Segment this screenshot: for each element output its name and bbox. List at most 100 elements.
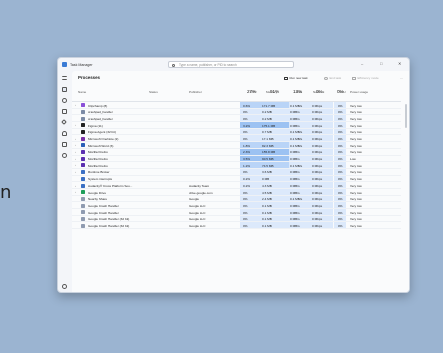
expand-chevron-icon[interactable]: ›: [75, 157, 76, 161]
expand-chevron-icon[interactable]: ›: [75, 163, 76, 167]
process-icon: [81, 123, 85, 128]
process-name: Google Crash Handler (32 bit): [88, 217, 130, 222]
scrollbar[interactable]: [405, 104, 407, 128]
expand-chevron-icon[interactable]: ›: [75, 123, 76, 127]
table-row[interactable]: › Microsoft OneNote (2) 0% 17.1 MB 0.1 MB/s 0…: [72, 135, 401, 143]
power-usage-value: Very low: [350, 143, 362, 148]
leaf-icon: [352, 76, 356, 80]
expand-chevron-icon[interactable]: ›: [75, 143, 76, 147]
col-network[interactable]: Network: [313, 90, 324, 99]
table-row[interactable]: Google Crash Handler (32 bit) Google LLC 0…: [72, 222, 401, 230]
power-usage-value: Very low: [350, 183, 362, 188]
col-publisher[interactable]: Publisher: [189, 90, 202, 99]
disk-value: 0 MB/s: [290, 210, 300, 215]
table-row[interactable]: Google Crash Handler (32 bit) Google LLC 0…: [72, 215, 401, 223]
table-row[interactable]: crashpad_handler 0% 0.2 MB 0 MB/s 0 Mbps 0% Ve…: [72, 108, 401, 116]
memory-value: 0.1 MB: [262, 217, 272, 222]
process-name: crashpad_handler: [88, 116, 113, 121]
col-name[interactable]: Name: [78, 90, 86, 99]
table-row[interactable]: › Mozilla Firefox 3.5% 90.5 MB 0 MB/s 0 Mbps 0…: [72, 155, 401, 163]
minimize-button[interactable]: –: [361, 61, 363, 66]
gpu-value: 0%: [338, 170, 343, 175]
table-row[interactable]: Google Crash Handler Google LLC 0% 0.1 MB 0 …: [72, 209, 401, 216]
memory-value: 175.1 MB: [262, 123, 276, 128]
more-options-button[interactable]: ···: [400, 76, 403, 80]
table-header: Name Status Publisher 27% CPU 91% Memory…: [72, 88, 401, 102]
process-publisher: Google LLC: [189, 210, 206, 215]
startup-apps-icon[interactable]: [61, 119, 67, 125]
network-value: 0 Mbps: [312, 190, 323, 195]
table-row[interactable]: Figma Agent (32 bit) 0% 0.7 MB 0.1 MB/s 0 Mb…: [72, 128, 401, 136]
cpu-value: 0%: [243, 197, 248, 202]
expand-chevron-icon[interactable]: ›: [75, 170, 76, 174]
settings-gear-icon[interactable]: [62, 284, 67, 289]
table-row[interactable]: crashpad_handler 0% 0.2 MB 0 MB/s 0 Mbps 0% Ve…: [72, 115, 401, 123]
process-icon: [81, 190, 85, 195]
table-row[interactable]: › Clipchamp (8) 0.6% 171.7 MB 0.1 MB/s 0 Mbps…: [72, 102, 401, 109]
power-usage-value: Very low: [350, 137, 362, 142]
maximize-button[interactable]: □: [380, 61, 382, 66]
gpu-value: 0%: [338, 177, 343, 182]
expand-chevron-icon[interactable]: ›: [75, 150, 76, 154]
table-row[interactable]: › Google Drive drive.google.com 0% 4.5 MB 0 M…: [72, 188, 401, 196]
table-row[interactable]: › Runtime Broker 0% 3.6 MB 0 MB/s 0 Mbps 0% Ver…: [72, 168, 401, 176]
process-icon: [81, 196, 85, 201]
process-name: Mozilla Firefox: [88, 150, 108, 155]
network-value: 0 Mbps: [312, 130, 323, 135]
table-row[interactable]: › Mozilla Firefox 1.2% 74.5 MB 0.1 MB/s 0 Mbp…: [72, 162, 401, 169]
performance-icon[interactable]: [62, 98, 67, 103]
memory-value: 0.1 MB: [262, 210, 272, 215]
col-memory[interactable]: Memory: [266, 90, 277, 99]
disk-value: 0 MB/s: [290, 157, 300, 162]
run-new-task-label: Run new task: [289, 76, 308, 80]
gpu-value: 0%: [338, 223, 343, 228]
expand-chevron-icon[interactable]: ›: [75, 184, 76, 188]
memory-value: 74.5 MB: [262, 163, 274, 168]
col-cpu[interactable]: CPU: [250, 90, 257, 99]
cpu-value: 3.2%: [243, 123, 251, 128]
run-new-task-button[interactable]: Run new task: [284, 76, 308, 80]
power-usage-value: Very low: [350, 197, 362, 202]
processes-icon[interactable]: [62, 87, 67, 92]
expand-chevron-icon[interactable]: ›: [75, 103, 76, 107]
app-history-icon[interactable]: [62, 109, 67, 114]
table-row[interactable]: Nearby Share Google 0% 2.4 MB 0.1 MB/s 0 Mbps…: [72, 195, 401, 203]
users-icon[interactable]: [62, 131, 67, 136]
cpu-value: 0%: [243, 223, 248, 228]
memory-value: 90.5 MB: [262, 157, 274, 162]
memory-value: 4.5 MB: [262, 190, 272, 195]
gpu-value: 0%: [338, 203, 343, 208]
col-status[interactable]: Status: [149, 90, 158, 99]
expand-chevron-icon[interactable]: ›: [75, 190, 76, 194]
gpu-value: 0%: [338, 217, 343, 222]
col-gpu[interactable]: GPU: [339, 90, 346, 99]
efficiency-mode-label: Efficiency mode: [357, 76, 379, 80]
col-disk[interactable]: Disk: [296, 90, 302, 99]
hamburger-menu-icon[interactable]: [62, 76, 67, 80]
process-icon: [81, 116, 85, 121]
col-power-usage[interactable]: Power usage: [350, 90, 368, 99]
network-value: 0 Mbps: [312, 163, 323, 168]
table-row[interactable]: Google Crash Handler Google LLC 0% 0.1 MB 0 …: [72, 202, 401, 209]
table-row[interactable]: › Audacity® Cross Platform Sou... Audacity…: [72, 182, 401, 189]
memory-value: 2.4 MB: [262, 197, 272, 202]
disk-value: 0 MB/s: [290, 123, 300, 128]
services-icon[interactable]: [62, 153, 67, 158]
table-row[interactable]: › Microsoft Word (3) 1.8% 82.3 MB 0.1 MB/s 0 …: [72, 142, 401, 149]
close-button[interactable]: ✕: [398, 61, 401, 66]
details-icon[interactable]: [62, 142, 67, 147]
search-input[interactable]: Type a name, publisher, or PID to search: [168, 61, 294, 68]
cpu-value: 0%: [243, 203, 248, 208]
table-row[interactable]: › Mozilla Firefox 2.3% 155.8 MB 0 MB/s 0 Mbps…: [72, 148, 401, 156]
table-row[interactable]: › Figma (11) 3.2% 175.1 MB 0 MB/s 0 Mbps 0% Ver…: [72, 122, 401, 129]
task-manager-icon: [62, 62, 67, 67]
disk-value: 0.1 MB/s: [290, 143, 303, 148]
gpu-value: 0%: [338, 150, 343, 155]
process-table: Name Status Publisher 27% CPU 91% Memory…: [72, 88, 401, 292]
expand-chevron-icon[interactable]: ›: [75, 137, 76, 141]
end-task-button[interactable]: End task: [324, 76, 341, 80]
efficiency-mode-button[interactable]: Efficiency mode: [352, 76, 379, 80]
gpu-value: 0%: [338, 116, 343, 121]
process-name: Google Crash Handler (32 bit): [88, 223, 130, 228]
table-row[interactable]: System interrupts 0.2% 0 MB 0 MB/s 0 Mbps 0% V…: [72, 175, 401, 183]
